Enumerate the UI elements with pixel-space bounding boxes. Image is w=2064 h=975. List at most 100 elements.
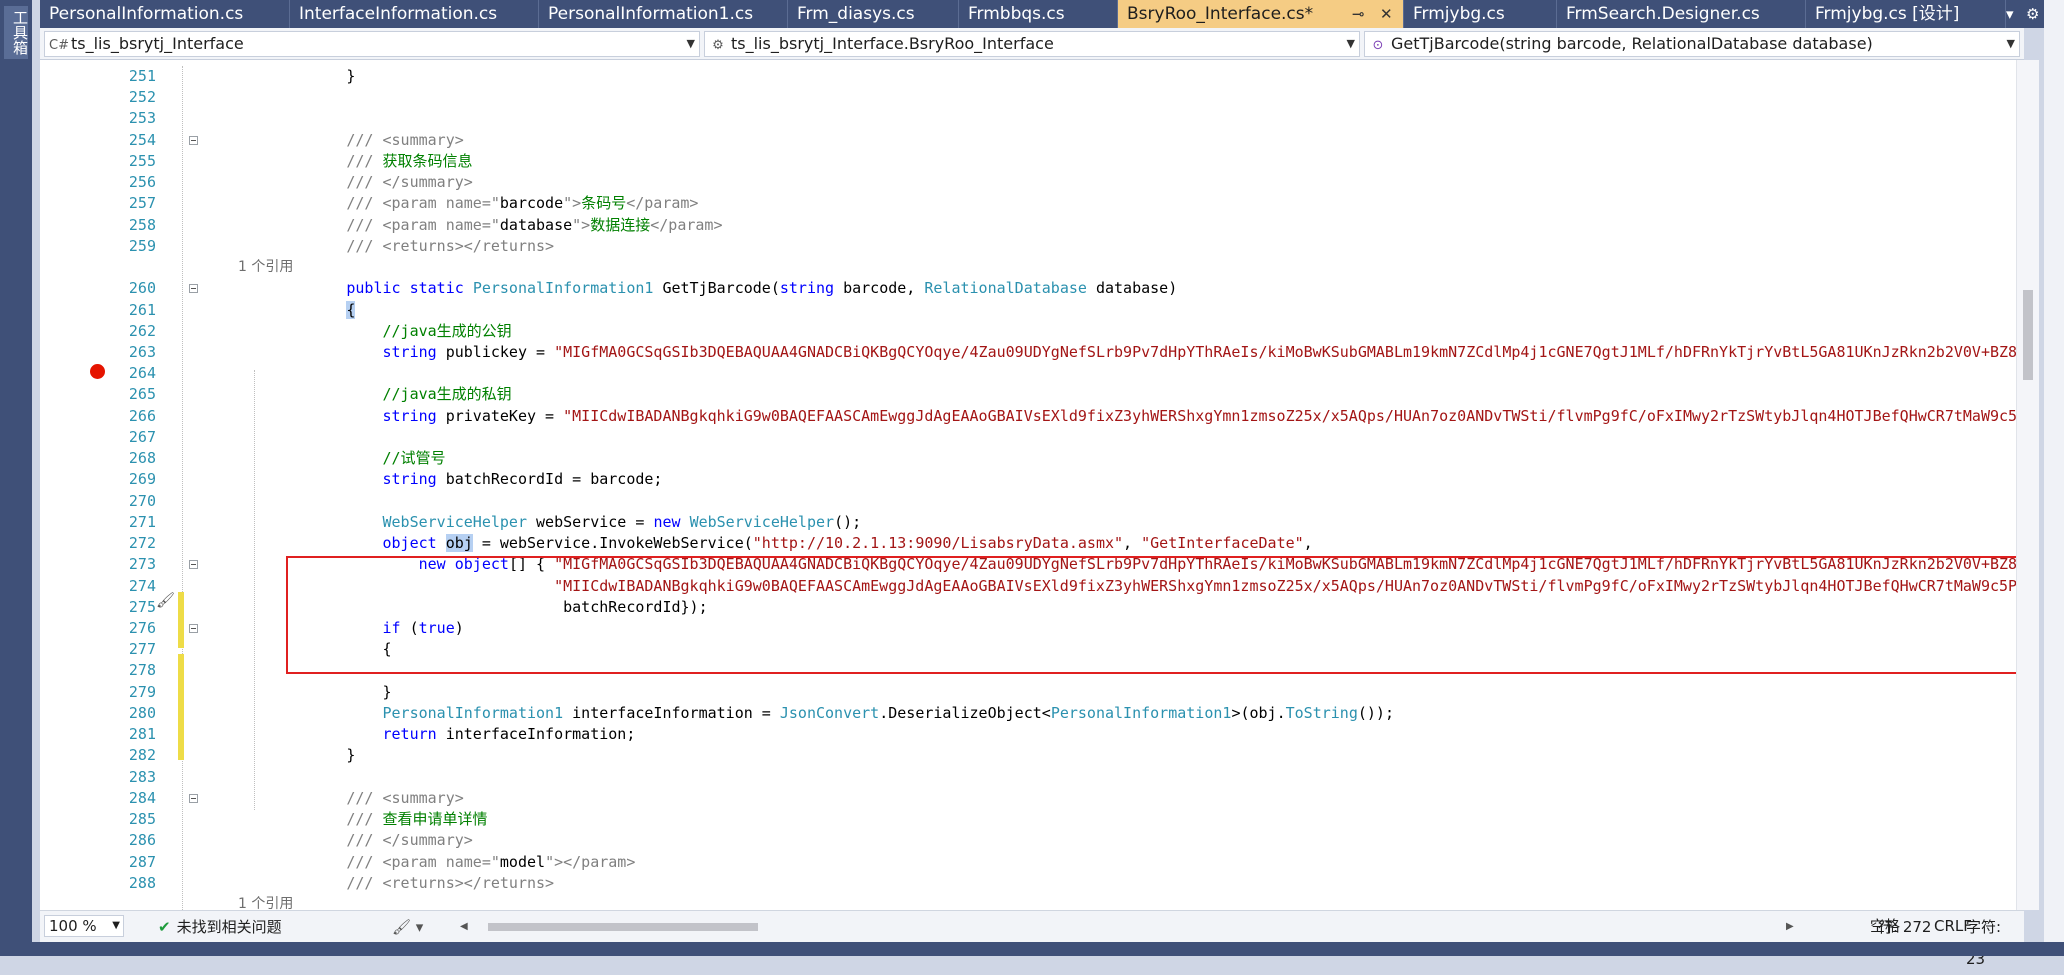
line-number: 273 — [128, 555, 156, 574]
dropdown-icon[interactable]: ▾ — [2006, 0, 2014, 28]
code-line[interactable]: } — [238, 66, 355, 87]
vertical-scrollbar-thumb[interactable] — [2023, 290, 2033, 380]
horizontal-scrollbar-thumb[interactable] — [488, 923, 758, 931]
code-token: WebServiceHelper — [689, 512, 835, 531]
line-number: 285 — [128, 810, 156, 829]
line-number: 259 — [128, 236, 156, 255]
code-line[interactable]: string privateKey = "MIICdwIBADANBgkqhki… — [238, 406, 2017, 427]
tab-personalinformation[interactable]: PersonalInformation.cs — [40, 0, 290, 28]
code-token: <param name=" — [373, 194, 500, 213]
horizontal-scrollbar[interactable]: ◀ ▶ — [460, 919, 1800, 935]
code-line[interactable]: //试管号 — [238, 448, 446, 469]
reference-count[interactable]: 1 个引用 — [238, 257, 293, 278]
code-token: //java生成的私钥 — [382, 385, 512, 404]
line-number: 255 — [128, 151, 156, 170]
code-line[interactable]: object obj = webService.InvokeWebService… — [238, 533, 1313, 554]
code-token: PersonalInformation1 — [472, 279, 654, 298]
code-line[interactable]: /// 获取条码信息 — [238, 151, 472, 172]
tab-interfaceinformation[interactable]: InterfaceInformation.cs — [290, 0, 539, 28]
tab-frmbbqs[interactable]: Frmbbqs.cs — [959, 0, 1118, 28]
code-line[interactable]: } — [238, 745, 355, 766]
code-token: /// — [346, 788, 374, 807]
code-line[interactable]: //java生成的公钥 — [238, 321, 512, 342]
code-line[interactable]: string publickey = "MIGfMA0GCSqGSIb3DQEB… — [238, 342, 2017, 363]
line-number: 286 — [128, 831, 156, 850]
indent-guide — [182, 66, 183, 910]
code-line[interactable]: { — [238, 300, 356, 321]
line-number: 278 — [128, 661, 156, 680]
code-token: <returns></returns> — [373, 873, 555, 892]
scroll-right-icon[interactable]: ▶ — [1786, 919, 1794, 935]
collapse-icon[interactable] — [189, 623, 198, 633]
collapse-icon[interactable] — [189, 793, 198, 803]
code-line[interactable]: /// <summary> — [238, 788, 464, 809]
code-token: <summary> — [373, 788, 464, 807]
tab-frm-diasys[interactable]: Frm_diasys.cs — [788, 0, 959, 28]
code-line[interactable]: } — [238, 682, 392, 703]
code-token: database) — [1086, 279, 1178, 298]
code-token: } — [238, 682, 392, 701]
toolbox-sidebar: 工具箱 — [0, 0, 32, 956]
close-icon[interactable]: ✕ — [1380, 0, 1393, 28]
code-line[interactable]: string batchRecordId = barcode; — [238, 469, 663, 490]
code-token: privateKey = — [436, 406, 564, 425]
tab-frmjybg[interactable]: Frmjybg.cs — [1404, 0, 1557, 28]
class-dropdown[interactable]: ⚙ ts_lis_bsrytj_Interface.BsryRoo_Interfa… — [704, 31, 1360, 57]
zoom-dropdown[interactable]: 100 % ▼ — [44, 915, 124, 937]
code-token: barcode, — [834, 279, 925, 298]
change-marker — [178, 654, 184, 760]
pin-icon[interactable]: ⊸ — [1352, 0, 1365, 28]
eol-indicator[interactable]: CRLF — [1934, 910, 1972, 942]
code-line[interactable]: /// <param name="barcode">条码号</param> — [238, 193, 698, 214]
collapse-icon[interactable] — [189, 135, 198, 145]
collapse-icon[interactable] — [189, 560, 198, 570]
line-number: 265 — [128, 385, 156, 404]
tab-personalinformation1[interactable]: PersonalInformation1.cs — [539, 0, 788, 28]
toolbox-tab[interactable]: 工具箱 — [4, 6, 29, 59]
code-line[interactable]: /// </summary> — [238, 830, 472, 851]
code-line[interactable]: /// <param name="database">数据连接</param> — [238, 215, 722, 236]
tab-bsryroo-interface[interactable]: BsryRoo_Interface.cs* ⊸ ✕ — [1118, 0, 1404, 28]
code-line[interactable]: PersonalInformation1 interfaceInformatio… — [238, 703, 1395, 724]
code-token: } — [238, 746, 356, 765]
scroll-left-icon[interactable]: ◀ — [460, 919, 468, 935]
code-line[interactable]: /// <returns></returns> — [238, 873, 554, 894]
settings-icon[interactable]: ⚙ — [2026, 0, 2039, 28]
code-line[interactable]: return interfaceInformation; — [238, 724, 636, 745]
space-indicator[interactable]: 空格 — [1870, 910, 1900, 942]
project-dropdown[interactable]: C# ts_lis_bsrytj_Interface ▼ — [44, 31, 700, 57]
code-token: <summary> — [373, 130, 464, 149]
code-token: interfaceInformation = — [563, 703, 780, 722]
code-editor[interactable]: 251 } 252 253 254 /// <summary> 255 /// 获取条码… — [40, 60, 2016, 910]
issues-indicator[interactable]: ✔ 未找到相关问题 — [158, 911, 282, 943]
code-token: </param> — [626, 194, 699, 213]
vertical-scrollbar[interactable] — [2016, 60, 2039, 910]
brush-icon[interactable]: 🖌 — [156, 591, 175, 609]
code-line[interactable]: /// </summary> — [238, 172, 472, 193]
reference-count[interactable]: 1 个引用 — [238, 894, 293, 910]
code-line[interactable]: /// <param name="model"></param> — [238, 852, 635, 873]
code-line[interactable]: WebServiceHelper webService = new WebSer… — [238, 512, 862, 533]
status-bar: 100 %▼ ✔未找到相关问题 🖌 ▾ ◀ ▶ 行: 272 字符: 23 空格 — [40, 910, 2024, 968]
code-line[interactable]: /// <returns></returns> — [238, 236, 554, 257]
tab-frmjybg-design[interactable]: Frmjybg.cs [设计] — [1806, 0, 2006, 28]
member-dropdown[interactable]: ⊙ GetTjBarcode(string barcode, Relational… — [1364, 31, 2020, 57]
code-token: PersonalInformation1 — [1050, 703, 1232, 722]
code-cleanup-icon[interactable]: 🖌 ▾ — [392, 911, 423, 943]
code-line[interactable]: /// <summary> — [238, 130, 464, 151]
line-number: 279 — [128, 682, 156, 701]
code-token: publickey = — [436, 342, 555, 361]
change-marker — [178, 592, 184, 648]
tab-frmsearch-designer[interactable]: FrmSearch.Designer.cs — [1557, 0, 1806, 28]
breakpoint-icon[interactable] — [90, 364, 105, 379]
code-token: barcode — [499, 194, 564, 213]
code-line[interactable]: //java生成的私钥 — [238, 384, 512, 405]
code-line[interactable]: public static PersonalInformation1 GetTj… — [238, 278, 1177, 299]
method-icon: ⊙ — [1372, 38, 1384, 53]
bottom-window-strip — [0, 942, 2064, 956]
code-line[interactable]: /// 查看申请单详情 — [238, 809, 487, 830]
collapse-icon[interactable] — [189, 284, 198, 294]
